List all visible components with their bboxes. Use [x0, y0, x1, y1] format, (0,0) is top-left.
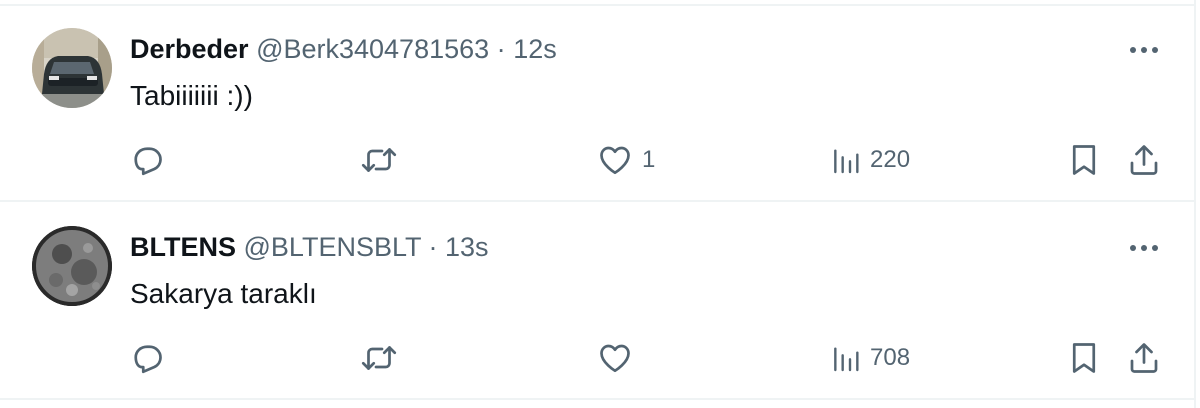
retweet-button[interactable] [358, 142, 408, 178]
tweet-text: Tabiiiiiii :)) [130, 80, 253, 111]
avatar[interactable] [32, 226, 112, 306]
views-count: 220 [870, 146, 911, 173]
like-button[interactable]: 1 [596, 142, 655, 178]
bookmark-icon [1072, 145, 1096, 175]
like-button[interactable] [596, 340, 642, 376]
avatar[interactable] [32, 28, 112, 108]
share-button[interactable] [1126, 340, 1162, 376]
timestamp[interactable]: 13s [445, 232, 489, 262]
bookmark-icon [1072, 343, 1096, 373]
more-icon[interactable] [1124, 36, 1164, 64]
retweet-button[interactable] [358, 340, 408, 376]
timestamp[interactable]: 12s [513, 34, 557, 64]
display-name[interactable]: Derbeder [130, 34, 249, 64]
user-handle[interactable]: @Berk3404781563 [256, 34, 489, 64]
views-icon [834, 149, 859, 174]
timeline-feed: Derbeder @Berk3404781563 · 12s Tabiiiiii… [0, 0, 1196, 408]
separator: · [496, 34, 506, 64]
retweet-icon [361, 346, 397, 370]
reply-icon [134, 345, 162, 374]
views-button[interactable]: 708 [830, 340, 910, 376]
display-name[interactable]: BLTENS [130, 232, 236, 262]
user-handle[interactable]: @BLTENSBLT [244, 232, 421, 262]
share-button[interactable] [1126, 142, 1162, 178]
reply-button[interactable] [128, 340, 174, 376]
tweet-header: Derbeder @Berk3404781563 · 12s [130, 32, 557, 66]
tweet-header: BLTENS @BLTENSBLT · 13s [130, 230, 489, 264]
separator: · [428, 232, 438, 262]
retweet-icon [361, 148, 397, 172]
like-count: 1 [642, 146, 656, 173]
reply-button[interactable] [128, 142, 174, 178]
share-icon [1130, 343, 1158, 373]
more-icon[interactable] [1124, 234, 1164, 262]
views-icon [834, 347, 859, 372]
heart-icon [600, 146, 630, 175]
tweet-text: Sakarya taraklı [130, 278, 317, 309]
tweet[interactable]: Derbeder @Berk3404781563 · 12s Tabiiiiii… [0, 6, 1194, 202]
share-icon [1130, 145, 1158, 175]
bookmark-button[interactable] [1066, 340, 1102, 376]
views-count: 708 [870, 344, 911, 371]
reply-icon [134, 147, 162, 176]
views-button[interactable]: 220 [830, 142, 910, 178]
bookmark-button[interactable] [1066, 142, 1102, 178]
tweet[interactable]: BLTENS @BLTENSBLT · 13s Sakarya taraklı [0, 204, 1194, 400]
heart-icon [600, 344, 630, 373]
